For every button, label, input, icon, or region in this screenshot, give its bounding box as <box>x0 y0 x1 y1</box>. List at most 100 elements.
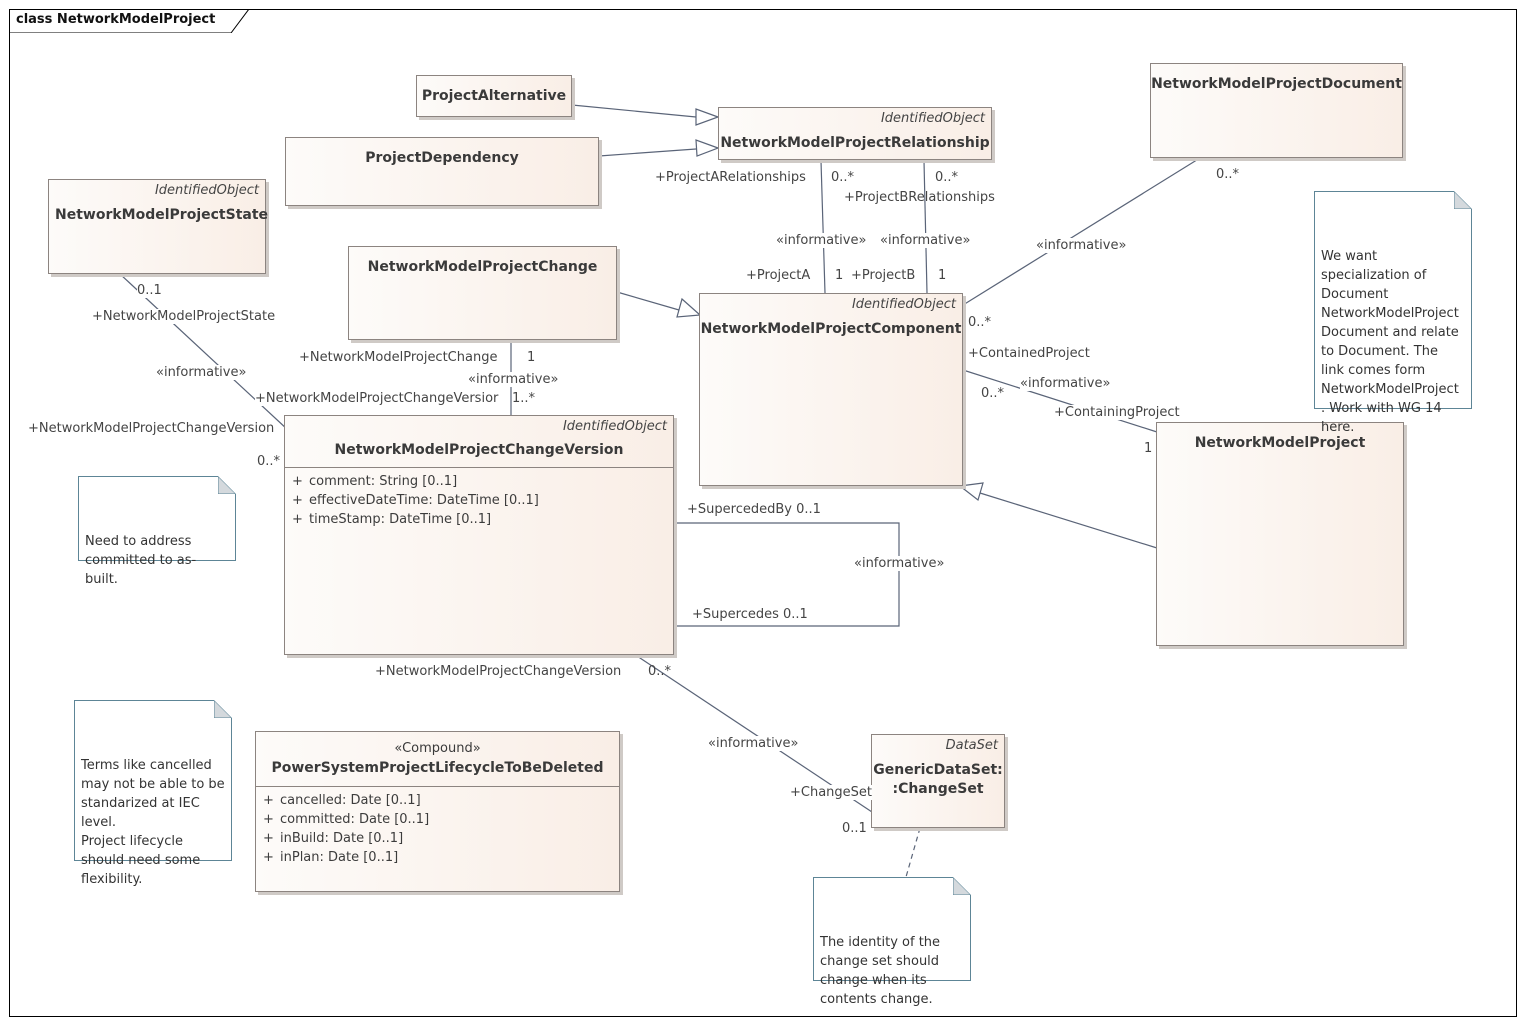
multiplicity-label: 1 <box>938 268 947 283</box>
class-name: NetworkModelProjectComponent <box>700 321 962 337</box>
attribute-row[interactable]: + comment: String [0..1] <box>285 472 673 491</box>
multiplicity-label: 0..1 <box>842 821 867 836</box>
stereotype-label: «informative» <box>468 372 559 387</box>
role-label: +SupercededBy 0..1 <box>687 502 821 517</box>
note-fold-icon <box>953 877 971 895</box>
attribute-text: committed: Date [0..1] <box>280 812 430 827</box>
class-project-alternative[interactable]: ProjectAlternative <box>416 75 572 117</box>
stereotype-label: «informative» <box>1036 238 1127 253</box>
class-network-model-project[interactable]: NetworkModelProject <box>1156 422 1404 646</box>
attribute-list: + comment: String [0..1] + effectiveDateTi… <box>285 467 673 529</box>
note-document-specialization[interactable]: We want specialization of Document Netwo… <box>1314 191 1472 435</box>
multiplicity-label: 0..* <box>981 386 1005 401</box>
class-name: NetworkModelProjectDocument <box>1151 76 1402 92</box>
multiplicity-label: 0..* <box>1216 167 1240 182</box>
note-link <box>905 827 921 878</box>
gen-arrowhead <box>676 297 702 318</box>
role-label: +ContainingProject <box>1054 405 1180 420</box>
class-project-dependency[interactable]: ProjectDependency <box>285 137 599 206</box>
gen-arrowhead <box>958 482 984 502</box>
attribute-row[interactable]: + effectiveDateTime: DateTime [0..1] <box>285 491 673 510</box>
class-network-model-project-relationship[interactable]: IdentifiedObject NetworkModelProjectRela… <box>718 107 992 160</box>
class-stereotype: «Compound» <box>394 741 481 756</box>
multiplicity-label: 1 <box>835 268 844 283</box>
class-stereotype: DataSet <box>945 738 998 753</box>
assoc-projectA[interactable] <box>820 160 826 294</box>
gen-alternative-relationship[interactable] <box>571 104 697 118</box>
attribute-text: cancelled: Date [0..1] <box>280 793 421 808</box>
stereotype-label: «informative» <box>156 365 247 380</box>
stereotype-label: «informative» <box>880 233 971 248</box>
role-label: +ProjectA <box>746 268 811 283</box>
attribute-row[interactable]: + committed: Date [0..1] <box>256 810 619 829</box>
gen-change-component[interactable] <box>616 291 680 311</box>
class-name: NetworkModelProject <box>1194 435 1366 451</box>
class-stereotype: IdentifiedObject <box>880 111 985 126</box>
note-text: We want specialization of Document Netwo… <box>1321 249 1459 435</box>
role-label: +NetworkModelProjectChange <box>299 350 498 365</box>
gen-project-component[interactable] <box>979 492 1158 549</box>
multiplicity-label: 0..* <box>831 170 855 185</box>
multiplicity-label: 1 <box>527 350 536 365</box>
note-fold-icon <box>1454 191 1472 209</box>
class-name: NetworkModelProjectChangeVersion <box>334 442 624 458</box>
attribute-text: timeStamp: DateTime [0..1] <box>309 512 492 527</box>
multiplicity-label: 1 <box>1144 441 1153 456</box>
note-lifecycle[interactable]: Terms like cancelled may not be able to … <box>74 700 232 887</box>
class-network-model-project-change-version[interactable]: IdentifiedObject NetworkModelProjectChan… <box>284 415 674 655</box>
attribute-row[interactable]: + inPlan: Date [0..1] <box>256 848 619 867</box>
visibility: + <box>263 850 274 865</box>
visibility: + <box>292 512 303 527</box>
visibility: + <box>263 812 274 827</box>
attribute-row[interactable]: + cancelled: Date [0..1] <box>256 791 619 810</box>
class-name: NetworkModelProjectRelationship <box>720 135 990 151</box>
stereotype-label: «informative» <box>1020 376 1111 391</box>
class-name: ProjectAlternative <box>421 88 567 104</box>
multiplicity-label: 0..* <box>648 664 672 679</box>
class-name: PowerSystemProjectLifecycleToBeDeleted <box>271 760 604 776</box>
role-label: +ProjectB <box>851 268 916 283</box>
gen-arrowhead <box>695 108 720 126</box>
class-power-system-project-lifecycle[interactable]: «Compound» PowerSystemProjectLifecycleTo… <box>255 731 620 892</box>
attribute-row[interactable]: + inBuild: Date [0..1] <box>256 829 619 848</box>
attribute-text: effectiveDateTime: DateTime [0..1] <box>309 493 539 508</box>
class-network-model-project-component[interactable]: IdentifiedObject NetworkModelProjectComp… <box>699 293 963 486</box>
attribute-row[interactable]: + timeStamp: DateTime [0..1] <box>285 510 673 529</box>
visibility: + <box>292 493 303 508</box>
attribute-list: + cancelled: Date [0..1] + committed: Date… <box>256 786 619 867</box>
assoc-document[interactable] <box>962 157 1201 306</box>
class-network-model-project-change[interactable]: NetworkModelProjectChange <box>348 246 617 340</box>
note-fold-icon <box>218 476 236 494</box>
role-label: +NetworkModelProjectChangeVersior <box>255 391 499 406</box>
role-label: +NetworkModelProjectChangeVersion <box>28 421 275 436</box>
stereotype-label: «informative» <box>776 233 867 248</box>
role-label: +ProjectBRelationships <box>844 190 995 205</box>
multiplicity-label: 0..* <box>257 454 281 469</box>
note-fold-icon <box>214 700 232 718</box>
class-name: NetworkModelProjectState <box>55 207 269 223</box>
gen-dependency-relationship[interactable] <box>598 148 697 157</box>
class-name: NetworkModelProjectChange <box>367 259 598 275</box>
class-stereotype: IdentifiedObject <box>851 297 956 312</box>
role-label: +NetworkModelProjectChangeVersion <box>375 664 622 679</box>
class-network-model-project-document[interactable]: NetworkModelProjectDocument <box>1150 63 1403 158</box>
attribute-text: comment: String [0..1] <box>309 474 458 489</box>
stereotype-label: «informative» <box>708 736 799 751</box>
note-changeset-identity[interactable]: The identity of the change set should ch… <box>813 877 971 1007</box>
multiplicity-label: 0..* <box>968 315 992 330</box>
assoc-projectB[interactable] <box>923 160 928 294</box>
class-network-model-project-state[interactable]: IdentifiedObject NetworkModelProjectStat… <box>48 179 269 274</box>
note-text: The identity of the change set should ch… <box>820 935 941 1007</box>
role-label: +ContainedProject <box>968 346 1090 361</box>
multiplicity-label: 0..1 <box>137 283 162 298</box>
note-as-built[interactable]: Need to address committed to as- built. <box>78 476 236 587</box>
multiplicity-label: 0..* <box>935 170 959 185</box>
attribute-text: inBuild: Date [0..1] <box>280 831 404 846</box>
role-label: +NetworkModelProjectState <box>92 309 276 324</box>
attribute-text: inPlan: Date [0..1] <box>280 850 399 865</box>
class-generic-dataset-changeset[interactable]: DataSet GenericDataSet: :ChangeSet <box>871 734 1005 828</box>
visibility: + <box>263 831 274 846</box>
gen-arrowhead <box>695 139 720 157</box>
role-label: +ProjectARelationships <box>655 170 806 185</box>
visibility: + <box>292 474 303 489</box>
